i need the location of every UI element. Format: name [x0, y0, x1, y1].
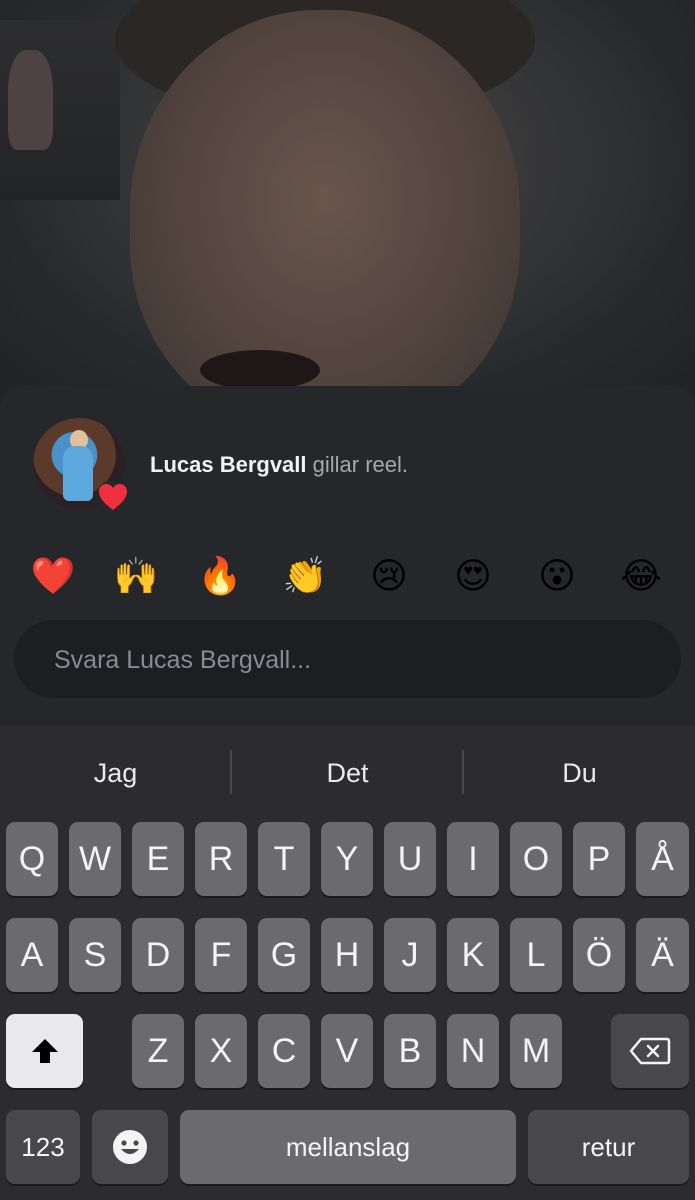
key-c[interactable]: C — [258, 1014, 310, 1088]
keyboard: Jag Det Du Q W E R T Y U I O P Å A S D F… — [0, 726, 695, 1200]
key-t[interactable]: T — [258, 822, 310, 896]
reaction-raised-hands-icon[interactable]: 🙌 — [113, 554, 159, 600]
space-key[interactable]: mellanslag — [180, 1110, 516, 1184]
key-r[interactable]: R — [195, 822, 247, 896]
avatar-player-body — [63, 446, 93, 501]
reaction-crying-icon[interactable]: 😢 — [366, 554, 412, 600]
key-d[interactable]: D — [132, 918, 184, 992]
video-dim-overlay — [0, 0, 695, 400]
quick-reactions-bar: ❤️ 🙌 🔥 👏 😢 😍 😮 😂 — [0, 554, 695, 604]
shift-key[interactable] — [6, 1014, 83, 1088]
key-a[interactable]: A — [6, 918, 58, 992]
reel-video-frame[interactable] — [0, 0, 695, 400]
emoji-key[interactable] — [92, 1110, 168, 1184]
key-w[interactable]: W — [69, 822, 121, 896]
reaction-fire-icon[interactable]: 🔥 — [197, 554, 243, 600]
liker-name[interactable]: Lucas Bergvall — [150, 452, 307, 477]
emoji-face-icon — [113, 1130, 147, 1164]
numbers-key[interactable]: 123 — [6, 1110, 80, 1184]
key-g[interactable]: G — [258, 918, 310, 992]
key-m[interactable]: M — [510, 1014, 562, 1088]
key-f[interactable]: F — [195, 918, 247, 992]
backspace-icon — [629, 1037, 671, 1065]
key-x[interactable]: X — [195, 1014, 247, 1088]
shift-arrow-icon — [31, 1039, 58, 1063]
backspace-key[interactable] — [611, 1014, 689, 1088]
key-o[interactable]: O — [510, 822, 562, 896]
key-u[interactable]: U — [384, 822, 436, 896]
suggestion-du[interactable]: Du — [464, 726, 695, 820]
suggestion-jag[interactable]: Jag — [0, 726, 231, 820]
like-reply-sheet: Lucas Bergvall gillar reel. ❤️ 🙌 🔥 👏 😢 😍… — [0, 386, 695, 726]
key-y[interactable]: Y — [321, 822, 373, 896]
key-q[interactable]: Q — [6, 822, 58, 896]
return-key[interactable]: retur — [528, 1110, 689, 1184]
key-h[interactable]: H — [321, 918, 373, 992]
reaction-laughing-icon[interactable]: 😂 — [618, 554, 664, 600]
reaction-clapping-icon[interactable]: 👏 — [282, 554, 328, 600]
key-a-umlaut[interactable]: Ä — [636, 918, 689, 992]
key-j[interactable]: J — [384, 918, 436, 992]
reply-field[interactable] — [14, 620, 681, 700]
key-e[interactable]: E — [132, 822, 184, 896]
key-a-ring[interactable]: Å — [636, 822, 689, 896]
like-notification-text: Lucas Bergvall gillar reel. — [150, 452, 408, 478]
key-s[interactable]: S — [69, 918, 121, 992]
key-b[interactable]: B — [384, 1014, 436, 1088]
key-v[interactable]: V — [321, 1014, 373, 1088]
key-n[interactable]: N — [447, 1014, 499, 1088]
heart-badge-icon — [96, 480, 130, 514]
key-o-umlaut[interactable]: Ö — [573, 918, 625, 992]
suggestion-det[interactable]: Det — [232, 726, 463, 820]
key-l[interactable]: L — [510, 918, 562, 992]
key-i[interactable]: I — [447, 822, 499, 896]
reaction-surprised-icon[interactable]: 😮 — [534, 554, 580, 600]
key-z[interactable]: Z — [132, 1014, 184, 1088]
reaction-heart-eyes-icon[interactable]: 😍 — [450, 554, 496, 600]
reaction-heart-icon[interactable]: ❤️ — [30, 554, 76, 600]
like-action-text: gillar reel. — [312, 452, 409, 477]
key-k[interactable]: K — [447, 918, 499, 992]
key-p[interactable]: P — [573, 822, 625, 896]
reply-input[interactable] — [52, 620, 656, 700]
